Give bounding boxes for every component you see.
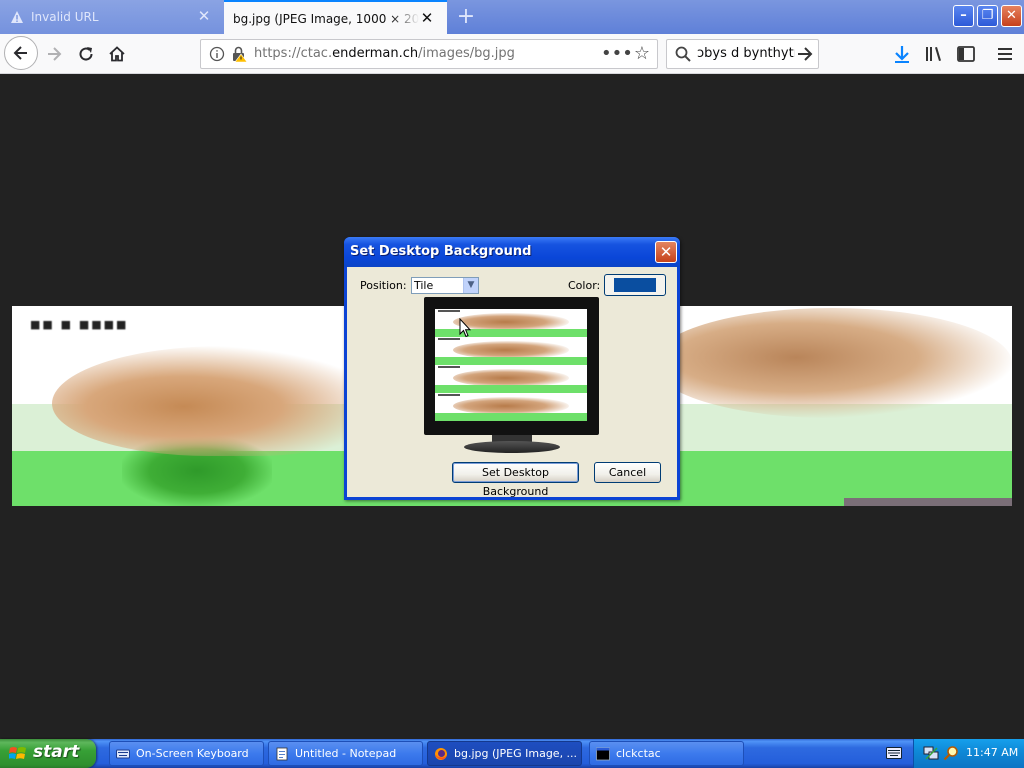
- position-select-value: Tile: [414, 279, 434, 292]
- reload-button[interactable]: [70, 38, 102, 70]
- keyboard-icon: [116, 749, 130, 759]
- download-icon[interactable]: [890, 42, 914, 66]
- taskbar-item-on-screen-keyboard[interactable]: On-Screen Keyboard: [109, 741, 264, 766]
- image-dark-strip: [844, 498, 1012, 506]
- close-window-button[interactable]: ✕: [1001, 5, 1022, 27]
- preview-tile: [435, 337, 587, 365]
- monitor-stand: [464, 435, 560, 455]
- dialog-titlebar[interactable]: Set Desktop Background ✕: [344, 237, 680, 267]
- dialog-close-button[interactable]: ✕: [655, 241, 677, 263]
- monitor-preview: [424, 297, 599, 435]
- search-icon: [675, 46, 691, 62]
- search-bar[interactable]: ɔbys d bynthytnt: [666, 39, 819, 69]
- page-actions-icon[interactable]: •••: [601, 43, 633, 65]
- minimize-window-button[interactable]: –: [953, 5, 974, 27]
- taskbar: start On-Screen Keyboard Untitled - Note…: [0, 739, 1024, 768]
- restore-window-button[interactable]: ❐: [977, 5, 998, 27]
- sidebar-icon[interactable]: [954, 42, 978, 66]
- position-select[interactable]: Tile ▼: [411, 277, 479, 294]
- firefox-icon: [435, 748, 447, 760]
- color-label: Color:: [568, 279, 601, 292]
- taskbar-item-firefox[interactable]: bg.jpg (JPEG Image, ...: [427, 741, 582, 766]
- back-button[interactable]: [4, 36, 38, 70]
- mouse-pointer-icon: [459, 318, 471, 338]
- hamburger-menu-icon[interactable]: [993, 42, 1017, 66]
- image-logo-text: ■■ ■ ■■■■: [30, 318, 129, 331]
- preview-tile: [435, 365, 587, 393]
- close-tab-icon[interactable]: ✕: [419, 10, 435, 26]
- home-icon: [109, 46, 125, 62]
- windows-logo-icon: [9, 747, 26, 759]
- warning-icon: [11, 11, 23, 23]
- info-icon[interactable]: [209, 46, 225, 62]
- task-label: clckctac: [616, 747, 661, 760]
- task-label: bg.jpg (JPEG Image, ...: [454, 747, 578, 760]
- task-label: Untitled - Notepad: [295, 747, 397, 760]
- forward-button[interactable]: [38, 38, 70, 70]
- bookmark-star-icon[interactable]: ☆: [631, 43, 653, 65]
- set-desktop-background-button[interactable]: Set Desktop Background: [452, 462, 579, 498]
- reload-icon: [79, 47, 93, 61]
- tab-strip: Invalid URL ✕ bg.jpg (JPEG Image, 1000 ×…: [0, 0, 1024, 34]
- new-tab-plus-icon[interactable]: +: [454, 5, 478, 29]
- search-magnifier-icon[interactable]: [943, 745, 959, 761]
- image-lizard-left: [52, 346, 382, 456]
- library-icon[interactable]: [922, 42, 946, 66]
- position-label: Position:: [360, 279, 407, 292]
- system-tray: 11:47 AM: [913, 739, 1024, 768]
- tab-label: Invalid URL: [31, 10, 99, 24]
- image-lizard-right: [652, 308, 1012, 418]
- console-icon: [596, 747, 610, 761]
- clock[interactable]: 11:47 AM: [966, 746, 1018, 759]
- task-label: On-Screen Keyboard: [136, 747, 249, 760]
- tab-label: bg.jpg (JPEG Image, 1000 × 200 pixels): [233, 12, 419, 26]
- dialog-title: Set Desktop Background: [350, 244, 532, 259]
- url-text[interactable]: https://ctac.enderman.ch/images/bg.jpg: [254, 46, 515, 61]
- tab-bg-jpg[interactable]: bg.jpg (JPEG Image, 1000 × 200 pixels) ✕: [224, 0, 447, 34]
- network-icon[interactable]: [923, 745, 939, 761]
- color-picker-button[interactable]: [604, 274, 666, 296]
- tab-invalid-url[interactable]: Invalid URL ✕: [0, 0, 224, 34]
- cancel-button[interactable]: Cancel: [594, 462, 661, 483]
- notepad-icon: [276, 747, 288, 761]
- back-arrow-icon: [13, 46, 27, 60]
- taskbar-item-clckctac[interactable]: clckctac: [589, 741, 744, 766]
- start-label: start: [33, 742, 80, 762]
- navigation-toolbar: https://ctac.enderman.ch/images/bg.jpg •…: [0, 34, 1024, 74]
- monitor-preview-screen: [435, 309, 587, 421]
- go-arrow-icon[interactable]: [795, 43, 815, 65]
- lock-warning-icon[interactable]: [231, 45, 247, 63]
- color-swatch: [614, 278, 656, 292]
- preview-tile: [435, 393, 587, 421]
- dialog-body: Position: Tile ▼ Color: Set Desktop Back…: [347, 267, 677, 498]
- set-desktop-background-dialog: Set Desktop Background ✕ Position: Tile …: [344, 237, 680, 500]
- url-bar[interactable]: https://ctac.enderman.ch/images/bg.jpg •…: [200, 39, 658, 69]
- start-button[interactable]: start: [0, 739, 96, 768]
- chevron-down-icon[interactable]: ▼: [463, 278, 478, 293]
- forward-arrow-icon: [48, 47, 62, 61]
- preview-tile: [435, 309, 587, 337]
- search-input[interactable]: ɔbys d bynthytnt: [697, 46, 795, 61]
- input-language-keyboard-icon[interactable]: [886, 747, 902, 759]
- close-tab-icon[interactable]: ✕: [196, 8, 212, 24]
- home-button[interactable]: [101, 38, 133, 70]
- taskbar-item-notepad[interactable]: Untitled - Notepad: [268, 741, 423, 766]
